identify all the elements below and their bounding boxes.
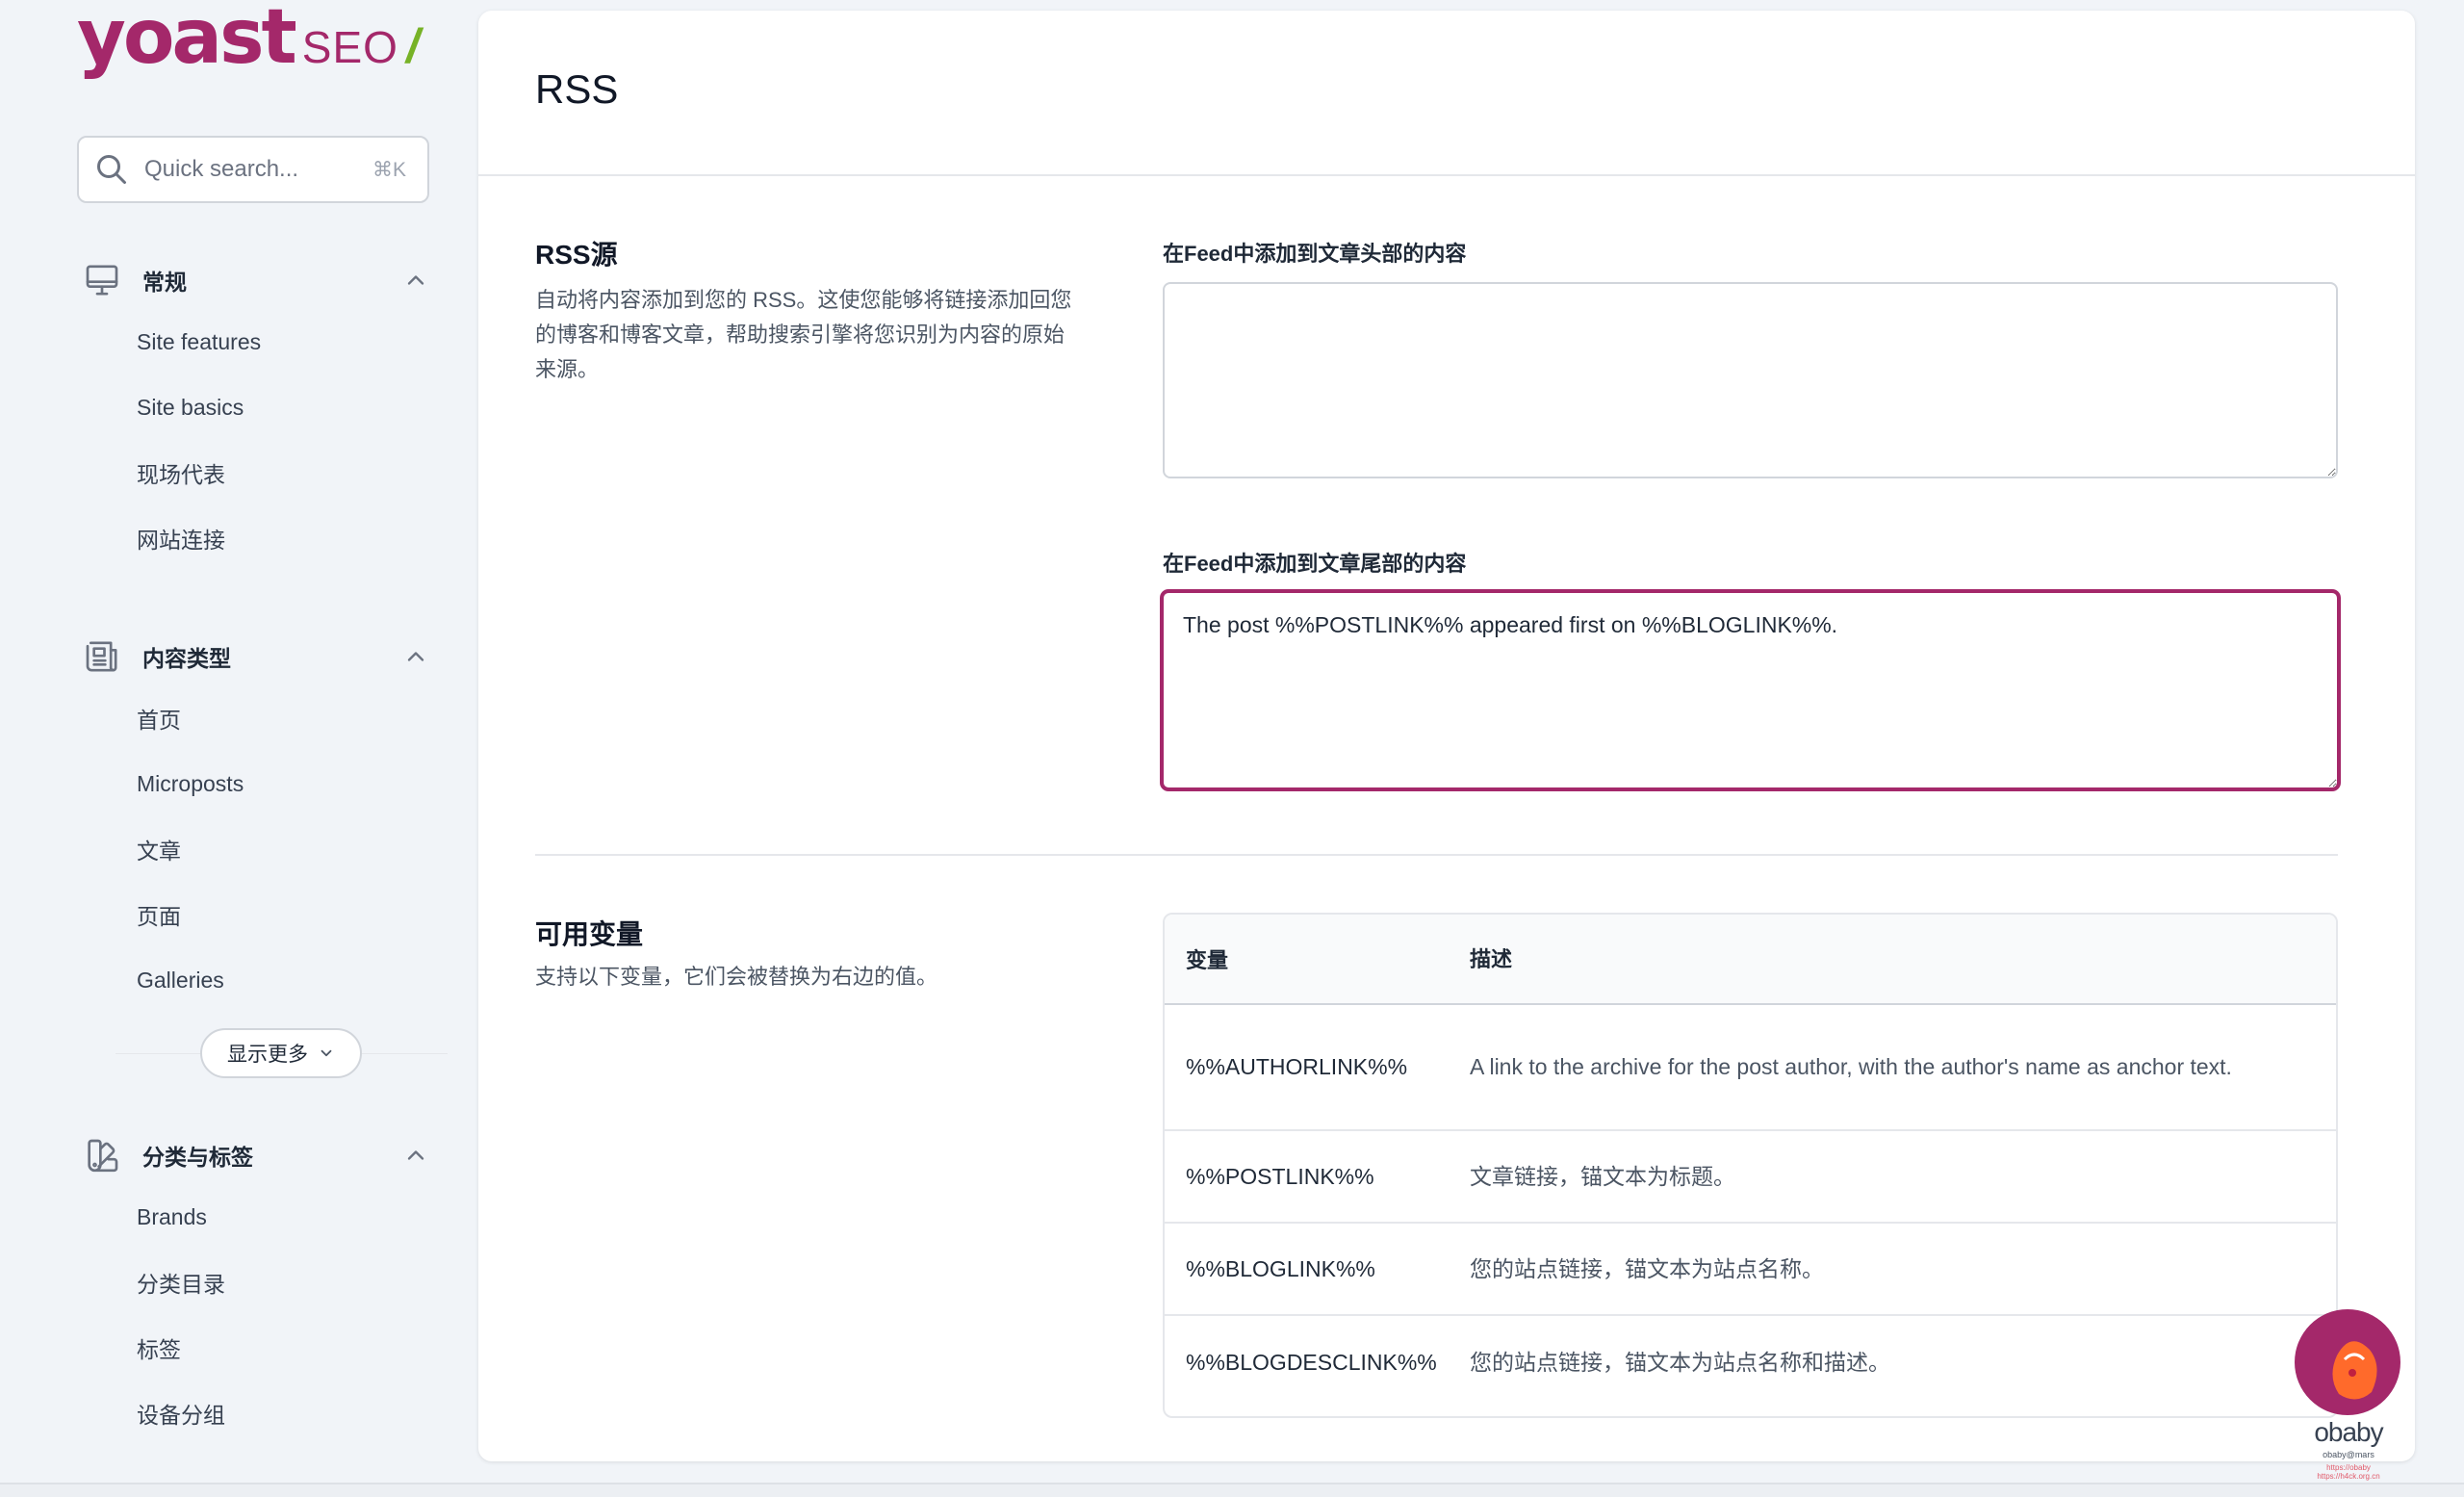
desktop-icon <box>86 265 118 296</box>
variable-cell: %%POSTLINK%% <box>1186 1163 1374 1189</box>
badge-url: https://obaby https://h4ck.org.cn <box>2291 1463 2406 1481</box>
newspaper-icon <box>86 641 117 672</box>
sidebar-item-site-basics[interactable]: Site basics <box>77 374 443 440</box>
rss-section-title: RSS源 <box>535 240 618 270</box>
nav-group-label: 内容类型 <box>142 646 231 671</box>
logo-seo-text: SEO <box>301 22 398 72</box>
nav-group-header-general[interactable]: 常规 <box>77 251 443 309</box>
nav-group-label: 分类与标签 <box>142 1145 253 1170</box>
badge-name: obaby <box>2314 1417 2383 1447</box>
window-bottom-edge <box>0 1483 2464 1497</box>
variable-cell: %%BLOGDESCLINK%% <box>1186 1349 1437 1375</box>
nav-group-header-taxonomies[interactable]: 分类与标签 <box>77 1126 443 1184</box>
badge-url-2: https://h4ck.org.cn <box>2317 1472 2380 1481</box>
description-cell: 您的站点链接，锚文本为站点名称和描述。 <box>1470 1349 1890 1375</box>
avatar-character-icon <box>2332 1341 2377 1400</box>
search-shortcut: ⌘K <box>372 158 406 181</box>
panel-header: RSS <box>478 11 2415 176</box>
description-cell: A link to the archive for the post autho… <box>1470 1054 2232 1079</box>
obaby-floating-badge[interactable]: obaby obaby@mars https://obaby https://h… <box>2291 1309 2416 1492</box>
nav-group-taxonomies: 分类与标签 Brands 分类目录 标签 设备分组 <box>77 1126 443 1446</box>
nav-group-content-types: 内容类型 首页 Microposts 文章 页面 Galleries <box>77 628 443 1013</box>
description-cell: 您的站点链接，锚文本为站点名称。 <box>1470 1255 1824 1281</box>
page-title: RSS <box>535 66 619 112</box>
rss-section-description: 自动将内容添加到您的 RSS。这使您能够将链接添加回您的博客和博客文章，帮助搜索… <box>535 288 1072 381</box>
table-row: %%BLOGDESCLINK%% 您的站点链接，锚文本为站点名称和描述。 <box>1165 1316 2336 1408</box>
settings-panel: RSS RSS源 自动将内容添加到您的 RSS。这使您能够将链接添加回您的博客和… <box>478 11 2415 1461</box>
search-placeholder: Quick search... <box>144 156 299 182</box>
sidebar-item-pages[interactable]: 页面 <box>77 882 443 947</box>
sidebar: yoast SEO / Quick search... ⌘K 常规 Site f… <box>0 0 476 1497</box>
search-icon <box>97 155 126 184</box>
nav-group-header-content-types[interactable]: 内容类型 <box>77 628 443 685</box>
sidebar-item-categories[interactable]: 分类目录 <box>77 1250 443 1315</box>
badge-subtitle: obaby@mars <box>2323 1450 2374 1459</box>
avatar[interactable] <box>2295 1309 2400 1415</box>
variables-table: 变量 描述 %%AUTHORLINK%% A link to the archi… <box>1163 913 2338 1418</box>
sidebar-item-site-features[interactable]: Site features <box>77 309 443 374</box>
column-header-description: 描述 <box>1470 946 1513 971</box>
variables-section-title: 可用变量 <box>535 919 644 949</box>
table-row: %%BLOGLINK%% 您的站点链接，锚文本为站点名称。 <box>1165 1224 2336 1316</box>
chevron-up-icon[interactable] <box>402 1142 429 1169</box>
section-divider <box>535 854 2338 856</box>
variables-section-description: 支持以下变量，它们会被替换为右边的值。 <box>535 965 938 989</box>
logo-slash: / <box>405 19 420 73</box>
sidebar-item-site-representation[interactable]: 现场代表 <box>77 440 443 505</box>
chevron-up-icon[interactable] <box>402 643 429 670</box>
sidebar-item-microposts[interactable]: Microposts <box>77 751 443 816</box>
table-row: %%AUTHORLINK%% A link to the archive for… <box>1165 1005 2336 1131</box>
color-swatch-icon <box>88 1139 118 1173</box>
table-row: %%POSTLINK%% 文章链接，锚文本为标题。 <box>1165 1131 2336 1224</box>
variable-cell: %%AUTHORLINK%% <box>1186 1054 1408 1079</box>
sidebar-item-homepage[interactable]: 首页 <box>77 685 443 751</box>
badge-url-1: https://obaby <box>2326 1463 2371 1472</box>
sidebar-item-brands[interactable]: Brands <box>77 1184 443 1250</box>
show-more-row: 显示更多 <box>116 1028 448 1078</box>
rss-after-label: 在Feed中添加到文章尾部的内容 <box>1163 552 1467 576</box>
sidebar-item-posts[interactable]: 文章 <box>77 816 443 882</box>
rss-before-label: 在Feed中添加到文章头部的内容 <box>1163 242 1467 266</box>
variable-cell: %%BLOGLINK%% <box>1186 1255 1375 1281</box>
quick-search-input[interactable]: Quick search... ⌘K <box>77 136 429 203</box>
column-header-variable: 变量 <box>1186 948 1229 972</box>
table-header: 变量 描述 <box>1165 915 2336 1005</box>
chevron-up-icon[interactable] <box>402 267 429 294</box>
nav-group-general: 常规 Site features Site basics 现场代表 网站连接 <box>77 251 443 571</box>
logo-wordmark: yoast <box>77 0 297 81</box>
show-more-button[interactable]: 显示更多 <box>200 1028 362 1078</box>
nav-group-label: 常规 <box>142 270 187 295</box>
sidebar-item-device-groups[interactable]: 设备分组 <box>77 1381 443 1446</box>
description-cell: 文章链接，锚文本为标题。 <box>1470 1163 1735 1189</box>
sidebar-item-site-connections[interactable]: 网站连接 <box>77 505 443 571</box>
rss-before-content-textarea[interactable] <box>1163 282 2338 478</box>
show-more-label: 显示更多 <box>227 1044 308 1066</box>
chevron-down-icon <box>321 1049 332 1057</box>
sidebar-item-galleries[interactable]: Galleries <box>77 947 443 1013</box>
sidebar-item-tags[interactable]: 标签 <box>77 1315 443 1381</box>
yoast-seo-logo[interactable]: yoast SEO / <box>77 0 420 89</box>
rss-after-content-textarea[interactable]: The post %%POSTLINK%% appeared first on … <box>1161 590 2340 790</box>
